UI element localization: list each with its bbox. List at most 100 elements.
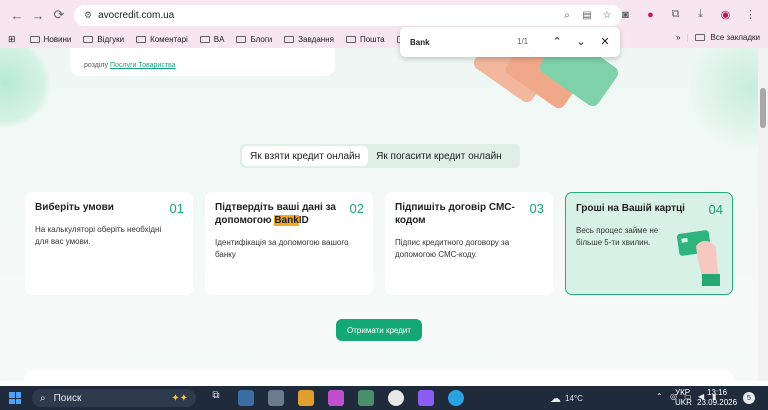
bookmark-label: Відгуки (97, 34, 125, 44)
scroll-thumb[interactable] (760, 88, 766, 128)
forward-icon[interactable]: → (27, 4, 49, 26)
download-icon[interactable]: ⤓ (693, 7, 708, 22)
bookmark-label: BA (213, 34, 225, 44)
folder-icon (694, 34, 705, 41)
chrome-icon[interactable] (388, 390, 404, 406)
bookmark-item[interactable]: Новини (29, 34, 72, 44)
next-section-card (24, 370, 734, 381)
bookmark-item[interactable]: Завдання (284, 35, 334, 44)
tab-get-credit[interactable]: Як взяти кредит онлайн (242, 146, 369, 166)
info-card: розділу Послуги Товариства (70, 48, 335, 76)
more-bookmarks-icon[interactable]: » (676, 33, 680, 42)
clock[interactable]: 13:16 23.09.2026 (697, 388, 737, 408)
folder-icon (83, 35, 94, 43)
step-description: Ідентифікація за допомогою вашого банку (215, 238, 349, 259)
folder-icon (136, 35, 147, 43)
search-icon: ⌕ (40, 392, 46, 404)
viber-icon[interactable] (418, 390, 434, 406)
get-credit-button[interactable]: Отримати кредит (336, 319, 422, 341)
all-bookmarks-link[interactable]: Все закладки (711, 33, 760, 42)
step-card-3: Підпишіть договір СМС-кодом 03 Підпис кр… (385, 192, 553, 295)
cloud-icon: ☁ (550, 393, 561, 405)
color-extension-icon[interactable]: ● (643, 7, 658, 22)
step-number: 02 (349, 201, 364, 216)
step-number: 04 (708, 202, 723, 217)
folder-icon (199, 35, 210, 43)
lang-bottom: UKR (675, 398, 692, 407)
page-scrollbar[interactable] (758, 48, 768, 381)
step-title: Підпишіть договір СМС-кодом (395, 202, 515, 226)
weather-widget[interactable]: ☁ 14°C (550, 392, 583, 405)
windows-taskbar: ⌕ Поиск ✦✦ ⧉ ☁ 14°C ⌃ ◎ ▭ ◀ ▮ УКР UKR 13… (0, 386, 768, 410)
step-card-1: Виберіть умови 01 На калькуляторі оберіт… (25, 192, 193, 295)
weather-temp: 14°C (565, 394, 583, 403)
decor-blob-right (690, 48, 758, 158)
bookmark-label: Блоги (250, 34, 273, 44)
services-link[interactable]: Послуги Товариства (110, 62, 176, 69)
tab-repay-credit[interactable]: Як погасити кредит онлайн (368, 146, 510, 166)
bookmark-item[interactable]: Коментарі (136, 35, 188, 44)
app-icon[interactable] (298, 390, 314, 406)
camera-icon[interactable]: ◙ (618, 7, 633, 22)
bookmarks-bar: ⊞ Новини Відгуки Коментарі BA Блоги Завд… (0, 30, 768, 48)
step-number: 01 (169, 201, 184, 216)
step-title-text: ID (298, 215, 309, 226)
step-card-2: Підтвердіть ваші дані за допомогою BankI… (205, 192, 373, 295)
site-info-icon[interactable]: ⚙ (84, 10, 92, 21)
app-icon[interactable] (238, 390, 254, 406)
app-icon[interactable] (328, 390, 344, 406)
back-icon[interactable]: ← (6, 4, 28, 26)
bookmark-item[interactable]: BA (199, 34, 225, 44)
hand-card-illustration (677, 230, 720, 286)
bookmark-item[interactable]: Блоги (236, 35, 272, 44)
folder-icon (284, 35, 295, 43)
howto-tabs: Як взяти кредит онлайн Як погасити креди… (240, 144, 520, 168)
info-text: розділу (84, 62, 108, 69)
telegram-icon[interactable] (448, 390, 464, 406)
start-icon[interactable] (9, 392, 21, 404)
find-next-icon[interactable]: ⌄ (574, 34, 588, 48)
bookmark-label: Пошта (359, 34, 385, 44)
bookmark-label: Завдання (298, 34, 334, 44)
step-description: Весь процес займе не більше 5-ти хвилин. (576, 226, 659, 247)
find-close-icon[interactable]: ✕ (598, 34, 612, 48)
calculator-icon[interactable] (268, 390, 284, 406)
profile-icon[interactable]: ◉ (718, 7, 733, 22)
step-number: 03 (529, 201, 544, 216)
notifications-badge[interactable]: 5 (743, 392, 755, 404)
task-view-icon[interactable]: ⧉ (208, 390, 224, 406)
apps-icon[interactable]: ⊞ (8, 34, 16, 45)
zoom-icon[interactable]: ⌕ (560, 8, 574, 22)
find-count: 1/1 (517, 37, 529, 46)
menu-icon[interactable]: ⋮ (743, 7, 758, 22)
folder-icon (29, 35, 40, 43)
lang-top: УКР (675, 388, 691, 397)
page-content: розділу Послуги Товариства Як взяти кред… (0, 48, 758, 381)
step-description: На калькуляторі оберіть необхідні для ва… (35, 225, 162, 246)
bookmark-label: Новини (43, 34, 72, 44)
find-input[interactable]: Bank (410, 38, 430, 47)
clock-date: 23.09.2026 (697, 398, 738, 407)
step-description: Підпис кредитного договору за допомогою … (395, 238, 510, 259)
extensions-icon[interactable]: ⧉ (668, 7, 683, 22)
find-prev-icon[interactable]: ⌃ (550, 34, 564, 48)
step-title: Підтвердіть ваші дані за допомогою BankI… (215, 201, 345, 227)
folder-icon (236, 35, 247, 43)
find-highlight: Bank (274, 215, 299, 226)
bookmark-item[interactable]: Пошта (345, 34, 385, 44)
browser-toolbar: ← → ⟳ ⚙ avocredit.com.ua ⌕ ▤ ☆ ◙ ● ⧉ ⤓ ◉… (0, 0, 768, 30)
bookmark-star-icon[interactable]: ☆ (600, 8, 614, 22)
page-icon[interactable]: ▤ (580, 8, 594, 22)
address-bar[interactable]: ⚙ avocredit.com.ua ⌕ ▤ ☆ (74, 5, 622, 26)
search-highlight-icon: ✦✦ (171, 392, 188, 404)
search-placeholder: Поиск (53, 392, 82, 404)
taskbar-search[interactable]: ⌕ Поиск ✦✦ (32, 389, 196, 407)
step-title: Гроші на Вашій картці (576, 203, 685, 214)
tray-chevron-icon[interactable]: ⌃ (656, 392, 663, 401)
step-title: Виберіть умови (35, 202, 114, 213)
app-icon[interactable] (358, 390, 374, 406)
bookmark-item[interactable]: Відгуки (83, 35, 124, 44)
reload-icon[interactable]: ⟳ (48, 4, 70, 26)
language-indicator[interactable]: УКР UKR (675, 388, 692, 408)
find-bar: Bank 1/1 ⌃ ⌄ ✕ (400, 27, 620, 57)
